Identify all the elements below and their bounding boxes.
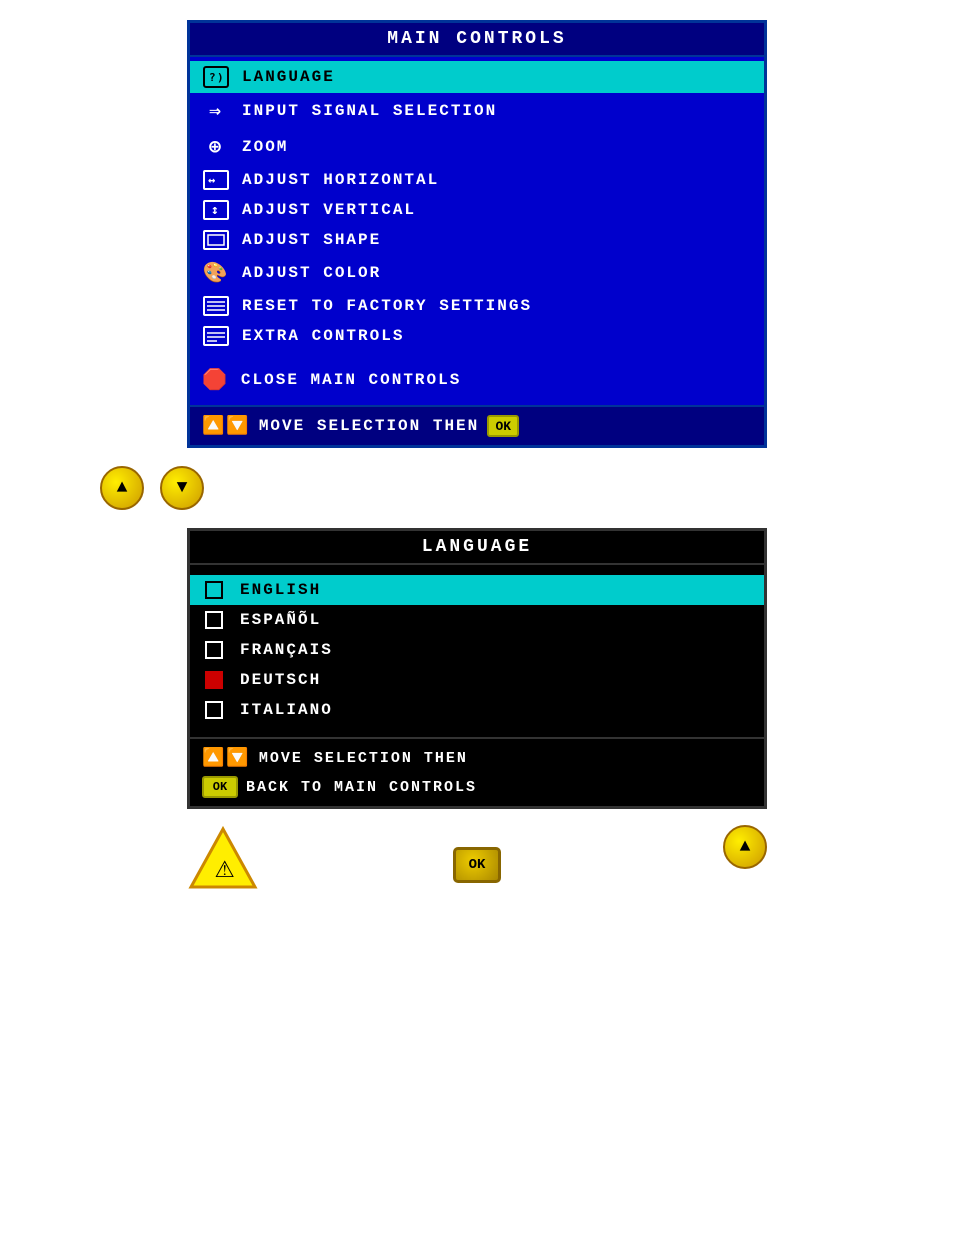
lang-bottom-text2: BACK TO MAIN CONTROLS — [246, 779, 477, 796]
main-controls-bottom-bar: 🔼🔽 MOVE SELECTION THEN OK — [190, 405, 764, 445]
ok-large-badge[interactable]: OK — [453, 847, 501, 883]
lang-bottom-text1: MOVE SELECTION THEN — [259, 750, 468, 767]
svg-text:⚠: ⚠ — [215, 847, 234, 885]
main-menu-list: ? ) LANGUAGE ⇒ INPUT SIGNAL SELECTION ⊕ … — [190, 57, 764, 405]
main-bottom-text: MOVE SELECTION THEN — [259, 417, 479, 435]
warning-triangle-icon: ⚠ — [187, 825, 259, 896]
language-bottom-bar: 🔼🔽 MOVE SELECTION THEN OK BACK TO MAIN C… — [190, 737, 764, 806]
lang-espanol-label: ESPAÑÕL — [240, 611, 321, 629]
adjust-color-icon: 🎨 — [202, 260, 230, 286]
lang-item-francais[interactable]: FRANÇAIS — [190, 635, 764, 665]
adjust-shape-icon — [202, 230, 230, 250]
lang-italiano-icon — [202, 701, 226, 719]
language-panel-title: LANGUAGE — [190, 531, 764, 565]
lang-english-label: ENGLISH — [240, 581, 321, 599]
lang-espanol-icon — [202, 611, 226, 629]
menu-item-input-signal[interactable]: ⇒ INPUT SIGNAL SELECTION — [190, 93, 764, 129]
lang-english-icon — [202, 581, 226, 599]
main-nav-arrows: ▲ ▼ — [100, 466, 934, 510]
lang-item-espanol[interactable]: ESPAÑÕL — [190, 605, 764, 635]
menu-item-reset-factory-label: RESET TO FACTORY SETTINGS — [242, 297, 532, 315]
lang-deutsch-icon — [202, 671, 226, 689]
main-controls-title: MAIN CONTROLS — [190, 23, 764, 57]
menu-item-adjust-color-label: ADJUST COLOR — [242, 264, 381, 282]
menu-item-adjust-color[interactable]: 🎨 ADJUST COLOR — [190, 255, 764, 291]
menu-item-language[interactable]: ? ) LANGUAGE — [190, 61, 764, 93]
menu-item-zoom-label: ZOOM — [242, 138, 288, 156]
menu-item-extra-controls-label: EXTRA CONTROLS — [242, 327, 404, 345]
ok-button-bottom[interactable]: OK — [453, 847, 501, 883]
close-main-label: CLOSE MAIN CONTROLS — [241, 371, 461, 389]
down-arrow-button[interactable]: ▼ — [160, 466, 204, 510]
language-panel: LANGUAGE ENGLISH ESPAÑÕL FRANÇAIS DE — [187, 528, 767, 809]
main-controls-panel: MAIN CONTROLS ? ) LANGUAGE ⇒ INPUT SIGNA… — [187, 20, 767, 448]
language-list: ENGLISH ESPAÑÕL FRANÇAIS DEUTSCH ITALIAN — [190, 565, 764, 737]
input-signal-icon: ⇒ — [202, 98, 230, 124]
zoom-icon: ⊕ — [202, 134, 230, 160]
right-up-arrow-button[interactable]: ▲ — [723, 825, 767, 869]
menu-item-adjust-shape-label: ADJUST SHAPE — [242, 231, 381, 249]
menu-item-zoom[interactable]: ⊕ ZOOM — [190, 129, 764, 165]
lang-bottom-line-1: 🔼🔽 MOVE SELECTION THEN — [202, 745, 752, 771]
menu-item-reset-factory[interactable]: RESET TO FACTORY SETTINGS — [190, 291, 764, 321]
main-ok-badge: OK — [487, 415, 519, 437]
up-arrow-button[interactable]: ▲ — [100, 466, 144, 510]
lang-francais-label: FRANÇAIS — [240, 641, 333, 659]
lang-italiano-label: ITALIANO — [240, 701, 333, 719]
lang-francais-icon — [202, 641, 226, 659]
reset-factory-icon — [202, 296, 230, 316]
lang-item-italiano[interactable]: ITALIANO — [190, 695, 764, 725]
language-icon: ? ) — [202, 66, 230, 88]
adjust-vertical-icon: ↕ — [202, 200, 230, 220]
up-arrow-icon: ▲ — [117, 478, 128, 498]
down-arrow-icon: ▼ — [177, 478, 188, 498]
lang-divider — [190, 725, 764, 733]
menu-divider — [190, 351, 764, 359]
close-main-icon: 🛑 — [202, 367, 229, 393]
menu-item-adjust-horizontal-label: ADJUST HORIZONTAL — [242, 171, 439, 189]
lang-item-english[interactable]: ENGLISH — [190, 575, 764, 605]
extra-controls-icon — [202, 326, 230, 346]
menu-item-adjust-vertical[interactable]: ↕ ADJUST VERTICAL — [190, 195, 764, 225]
svg-text:): ) — [217, 71, 226, 84]
menu-item-adjust-vertical-label: ADJUST VERTICAL — [242, 201, 416, 219]
lang-deutsch-label: DEUTSCH — [240, 671, 321, 689]
adjust-horizontal-icon: ↔ — [202, 170, 230, 190]
ok-large-label: OK — [469, 857, 486, 873]
menu-item-adjust-shape[interactable]: ADJUST SHAPE — [190, 225, 764, 255]
lang-bottom-line-2: OK BACK TO MAIN CONTROLS — [202, 774, 752, 800]
menu-item-extra-controls[interactable]: EXTRA CONTROLS — [190, 321, 764, 351]
lang-move-icon: 🔼🔽 — [202, 747, 251, 769]
close-main-controls-button[interactable]: 🛑 CLOSE MAIN CONTROLS — [190, 359, 764, 401]
lang-item-deutsch[interactable]: DEUTSCH — [190, 665, 764, 695]
svg-text:↔: ↔ — [208, 173, 217, 187]
menu-item-adjust-horizontal[interactable]: ↔ ADJUST HORIZONTAL — [190, 165, 764, 195]
lang-ok-badge: OK — [202, 776, 238, 798]
menu-item-input-signal-label: INPUT SIGNAL SELECTION — [242, 102, 497, 120]
svg-text:↕: ↕ — [211, 203, 221, 218]
menu-item-language-label: LANGUAGE — [242, 68, 335, 86]
right-up-arrow-icon: ▲ — [740, 837, 751, 857]
move-selection-icon: 🔼🔽 — [202, 415, 251, 437]
